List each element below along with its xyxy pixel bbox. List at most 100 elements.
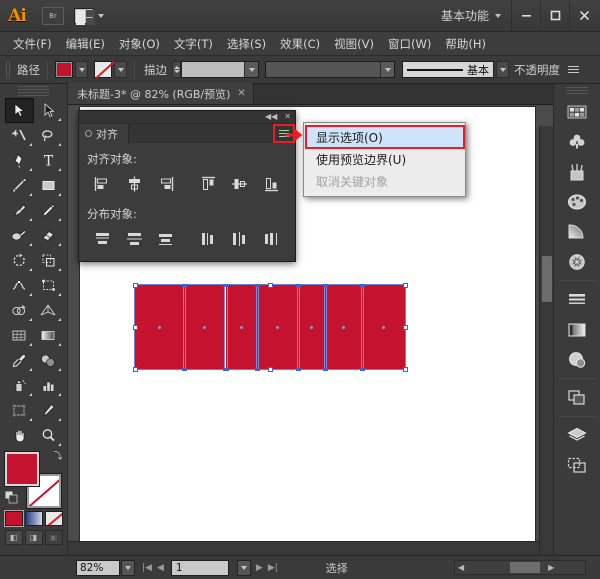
none-mode-button[interactable]: [45, 511, 63, 526]
close-panel-icon[interactable]: ✕: [284, 113, 291, 121]
panel-icon-appearance[interactable]: [561, 345, 594, 374]
direct-selection-tool[interactable]: [34, 98, 63, 123]
menu-item-help[interactable]: 帮助(H): [438, 33, 493, 55]
panel-icon-layers[interactable]: [561, 421, 594, 450]
stroke-swatch-dropdown[interactable]: [114, 61, 127, 78]
menu-item-window[interactable]: 窗口(W): [381, 33, 438, 55]
workspace-switcher-label[interactable]: 基本功能: [441, 7, 489, 24]
rotate-tool[interactable]: [5, 248, 34, 273]
default-fill-stroke-icon[interactable]: [5, 489, 18, 508]
panel-icon-symbols[interactable]: [561, 127, 594, 156]
swap-fill-stroke-icon[interactable]: ⤵: [53, 449, 62, 462]
align-top-button[interactable]: [193, 172, 224, 196]
close-icon[interactable]: ✕: [237, 88, 245, 99]
hand-tool[interactable]: [5, 423, 34, 448]
control-bar-grip[interactable]: [6, 61, 11, 79]
next-artboard-icon[interactable]: ▶: [256, 563, 263, 573]
align-horizontal-center-button[interactable]: [118, 172, 149, 196]
symbol-sprayer-tool[interactable]: [5, 373, 34, 398]
close-button[interactable]: [569, 0, 598, 32]
draw-inside-button[interactable]: ▣: [45, 530, 63, 545]
panel-icon-artboards[interactable]: [561, 451, 594, 480]
menu-item-file[interactable]: 文件(F): [6, 33, 59, 55]
artboard-number-input[interactable]: 1: [171, 560, 229, 576]
canvas-horizontal-scrollbar[interactable]: [68, 541, 539, 555]
zoom-level-input[interactable]: 82%: [76, 560, 120, 576]
fill-swatch[interactable]: [55, 61, 73, 78]
draw-normal-button[interactable]: ◧: [5, 530, 23, 545]
magic-wand-tool[interactable]: [5, 123, 34, 148]
color-mode-button[interactable]: [5, 511, 23, 526]
vertical-scroll-thumb[interactable]: [542, 256, 552, 302]
artboard-tool[interactable]: [5, 398, 34, 423]
menu-item-type[interactable]: 文字(T): [167, 33, 220, 55]
stroke-swatch-none[interactable]: [94, 61, 112, 78]
distribute-vertical-center-button[interactable]: [118, 227, 149, 251]
fill-swatch-dropdown[interactable]: [75, 61, 88, 78]
panel-icon-transparency[interactable]: [561, 247, 594, 276]
toolbar-fill-swatch[interactable]: [5, 452, 39, 486]
blend-tool[interactable]: [34, 348, 63, 373]
panel-icon-gradient2[interactable]: [561, 315, 594, 344]
panel-icon-swatches[interactable]: [561, 187, 594, 216]
lasso-tool[interactable]: [34, 123, 63, 148]
paintbrush-tool[interactable]: [5, 198, 34, 223]
panel-icon-brushes[interactable]: [561, 157, 594, 186]
panel-icon-pathfinder[interactable]: [561, 383, 594, 412]
bridge-icon[interactable]: Br: [42, 7, 64, 25]
arrange-documents-button[interactable]: [74, 8, 104, 24]
distribute-horizontal-center-button[interactable]: [224, 227, 255, 251]
panel-icon-stroke[interactable]: [561, 285, 594, 314]
brush-definition-dropdown[interactable]: [496, 61, 509, 78]
distribute-bottom-button[interactable]: [150, 227, 181, 251]
scroll-left-icon[interactable]: ◀: [458, 563, 464, 572]
menu-item-object[interactable]: 对象(O): [112, 33, 167, 55]
width-tool[interactable]: [5, 273, 34, 298]
align-bottom-button[interactable]: [256, 172, 287, 196]
gradient-mode-button[interactable]: [25, 511, 43, 526]
line-segment-tool[interactable]: [5, 173, 34, 198]
type-tool[interactable]: T: [34, 148, 63, 173]
control-bar-panel-menu-icon[interactable]: [568, 63, 582, 77]
selection-tool[interactable]: [5, 98, 34, 123]
shape-builder-tool[interactable]: [5, 298, 34, 323]
distribute-left-button[interactable]: [193, 227, 224, 251]
perspective-grid-tool[interactable]: [34, 298, 63, 323]
opacity-label[interactable]: 不透明度: [514, 62, 560, 78]
menu-item-view[interactable]: 视图(V): [327, 33, 381, 55]
horizontal-scroll-thumb[interactable]: [510, 562, 540, 573]
rectangle-tool[interactable]: [34, 173, 63, 198]
minimize-button[interactable]: [511, 0, 540, 32]
variable-width-profile-combo[interactable]: [265, 61, 395, 78]
tools-panel-grip[interactable]: [18, 86, 49, 96]
panel-dock-grip[interactable]: [566, 87, 588, 96]
selected-shapes-group[interactable]: [135, 285, 405, 369]
brush-definition-combo[interactable]: 基本: [402, 61, 494, 78]
last-artboard-icon[interactable]: ▶|: [268, 563, 278, 573]
maximize-button[interactable]: [540, 0, 569, 32]
stroke-weight-stepper[interactable]: [172, 61, 181, 78]
align-left-button[interactable]: [87, 172, 118, 196]
distribute-top-button[interactable]: [87, 227, 118, 251]
menu-item-use-preview-bounds[interactable]: 使用预览边界(U): [304, 148, 465, 170]
panel-icon-gradient[interactable]: [561, 217, 594, 246]
pencil-tool[interactable]: [34, 198, 63, 223]
align-vertical-center-button[interactable]: [224, 172, 255, 196]
collapse-panel-icon[interactable]: ◀◀: [265, 113, 277, 121]
distribute-right-button[interactable]: [256, 227, 287, 251]
chevron-down-icon[interactable]: [244, 62, 258, 77]
menu-item-select[interactable]: 选择(S): [220, 33, 273, 55]
blob-brush-tool[interactable]: [5, 223, 34, 248]
stroke-weight-combo[interactable]: [181, 61, 259, 78]
scale-tool[interactable]: [34, 248, 63, 273]
status-horizontal-scrollbar[interactable]: ◀ ▶: [454, 560, 586, 575]
zoom-level-dropdown[interactable]: [121, 560, 135, 576]
chevron-down-icon[interactable]: [380, 62, 394, 77]
panel-icon-color[interactable]: [561, 97, 594, 126]
menu-item-edit[interactable]: 编辑(E): [59, 33, 112, 55]
align-right-button[interactable]: [150, 172, 181, 196]
free-transform-tool[interactable]: [34, 273, 63, 298]
column-graph-tool[interactable]: [34, 373, 63, 398]
slice-tool[interactable]: [34, 398, 63, 423]
menu-item-effect[interactable]: 效果(C): [273, 33, 327, 55]
